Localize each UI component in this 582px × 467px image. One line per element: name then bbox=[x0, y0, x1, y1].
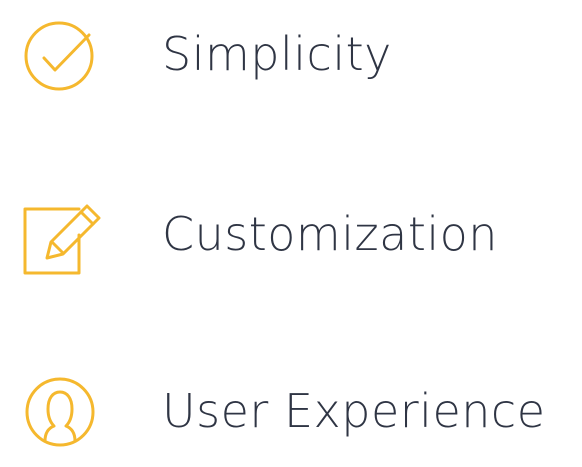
check-circle-icon bbox=[17, 15, 111, 95]
feature-label-simplicity: Simplicity bbox=[162, 27, 392, 81]
feature-label-customization: Customization bbox=[162, 207, 498, 261]
user-circle-icon bbox=[17, 372, 111, 452]
feature-user-experience: User Experience bbox=[0, 357, 582, 467]
feature-simplicity: Simplicity bbox=[0, 0, 582, 110]
feature-customization: Customization bbox=[0, 180, 582, 290]
feature-label-user-experience: User Experience bbox=[162, 384, 546, 438]
pencil-square-icon bbox=[17, 195, 111, 275]
